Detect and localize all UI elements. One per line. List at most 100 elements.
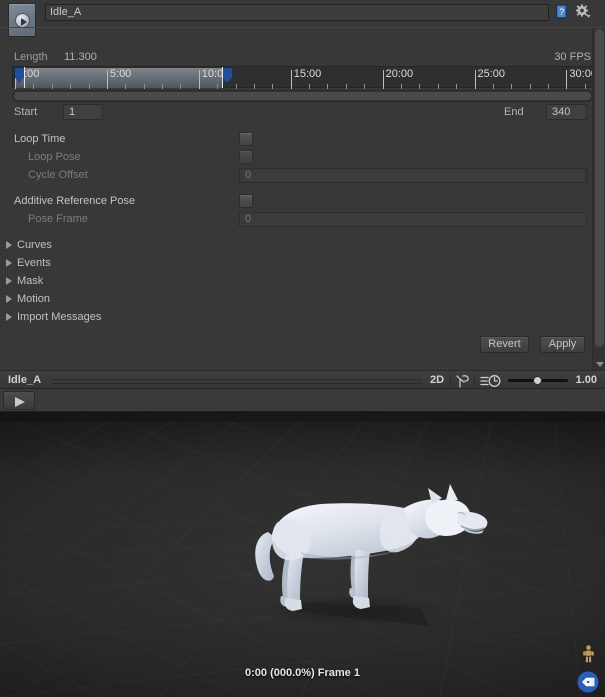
ruler-tick-minor xyxy=(327,84,329,89)
chevron-right-icon xyxy=(6,313,12,321)
timeline-ticks: 0:00 5:00 10:00 15:00 20:00 25:00 30:00 xyxy=(13,67,597,89)
property-row: Loop Pose xyxy=(0,149,605,166)
asset-name-field[interactable]: Idle_A xyxy=(45,4,549,21)
playback-speed-clock-icon[interactable] xyxy=(480,374,502,388)
ruler-tick-minor xyxy=(437,84,439,89)
foldout-label: Curves xyxy=(17,239,52,251)
foldout-curves[interactable]: Curves xyxy=(0,237,605,255)
ruler-tick-minor xyxy=(309,84,311,89)
property-row: Additive Reference Pose xyxy=(0,193,605,210)
field-pose-frame: 0 xyxy=(239,212,587,227)
inspector-header: Idle_A ? xyxy=(0,0,605,37)
ruler-tick-minor xyxy=(419,84,421,89)
animation-clip-play-thumbnail[interactable] xyxy=(8,3,36,37)
property-label: Pose Frame xyxy=(28,213,88,225)
property-row: Pose Frame 0 xyxy=(0,211,605,228)
property-label: Loop Time xyxy=(14,133,66,145)
ruler-tick-minor xyxy=(180,84,182,89)
help-book-icon[interactable]: ? xyxy=(555,4,570,19)
toolbar-separator xyxy=(450,373,451,388)
ruler-tick-minor xyxy=(253,84,255,89)
chevron-right-icon xyxy=(6,259,12,267)
foldout-import-messages[interactable]: Import Messages xyxy=(0,309,605,327)
foldout-events[interactable]: Events xyxy=(0,255,605,273)
ruler-tick-minor xyxy=(162,84,164,89)
svg-text:?: ? xyxy=(559,7,564,17)
ruler-tick-minor xyxy=(217,84,219,89)
property-row: Loop Time xyxy=(0,131,605,148)
play-icon xyxy=(15,13,30,28)
slider-knob[interactable] xyxy=(533,376,542,385)
ruler-tick-major xyxy=(198,70,200,89)
timeline-scrollbar-thumb[interactable] xyxy=(14,92,591,100)
pivot-axis-icon[interactable] xyxy=(456,374,471,388)
tag-label-icon[interactable] xyxy=(577,671,599,693)
field-cycle-offset: 0 xyxy=(239,168,587,183)
avatar-humanoid-icon[interactable] xyxy=(582,645,595,665)
ruler-tick-minor xyxy=(364,84,366,89)
ruler-tick-label: 20:00 xyxy=(385,68,414,80)
foldout-label: Mask xyxy=(17,275,44,287)
foldout-mask[interactable]: Mask xyxy=(0,273,605,291)
chevron-right-icon xyxy=(6,241,12,249)
ruler-tick-major xyxy=(474,70,476,89)
ruler-tick-minor xyxy=(143,84,145,89)
end-frame-field[interactable]: 340 xyxy=(546,104,587,120)
property-label: Loop Pose xyxy=(28,151,81,163)
ruler-tick-minor xyxy=(88,84,90,89)
ruler-tick-major xyxy=(566,70,568,89)
foldout-label: Events xyxy=(17,257,51,269)
range-end-marker[interactable] xyxy=(221,67,233,88)
ruler-tick-minor xyxy=(529,84,531,89)
playback-speed-slider[interactable] xyxy=(508,376,568,385)
toggle-2d-button[interactable]: 2D xyxy=(430,374,444,386)
foldout-motion[interactable]: Motion xyxy=(0,291,605,309)
fps-value: 30 FPS xyxy=(554,51,591,63)
property-row: Cycle Offset 0 xyxy=(0,167,605,184)
preview-toolbar: Idle_A 2D 1.00 xyxy=(0,370,605,389)
start-frame-field[interactable]: 1 xyxy=(63,104,103,120)
preview-title: Idle_A xyxy=(8,374,42,386)
preview-playback-bar xyxy=(0,389,605,412)
checkbox-additive-reference-pose[interactable] xyxy=(239,194,253,208)
ruler-tick-label: 5:00 xyxy=(109,68,132,80)
inspector-pane: Idle_A ? Length 11.300 30 FPS 0:00 5:00 … xyxy=(0,0,605,370)
ruler-tick-minor xyxy=(70,84,72,89)
ruler-tick-minor xyxy=(235,84,237,89)
ruler-tick-minor xyxy=(33,84,35,89)
length-value: 11.300 xyxy=(64,51,97,63)
gear-icon[interactable] xyxy=(575,4,591,19)
timeline-ruler[interactable]: 0:00 5:00 10:00 15:00 20:00 25:00 30:00 xyxy=(12,66,597,89)
viewport-grid xyxy=(0,412,605,697)
chevron-right-icon xyxy=(6,295,12,303)
ruler-tick-label: 25:00 xyxy=(477,68,506,80)
timeline-horizontal-scrollbar[interactable] xyxy=(12,90,593,102)
ruler-tick-minor xyxy=(51,84,53,89)
ruler-tick-minor xyxy=(272,84,274,89)
scroll-down-arrow-icon[interactable] xyxy=(596,362,604,367)
playback-speed-value[interactable]: 1.00 xyxy=(576,374,597,386)
ruler-tick-major xyxy=(382,70,384,89)
revert-button[interactable]: Revert xyxy=(480,336,529,353)
property-label: Additive Reference Pose xyxy=(14,195,136,207)
range-start-marker[interactable] xyxy=(14,67,25,88)
preview-title-rule xyxy=(52,379,422,384)
ruler-tick-minor xyxy=(401,84,402,89)
clip-length-row: Length 11.300 30 FPS xyxy=(0,50,605,66)
foldout-label: Import Messages xyxy=(17,311,102,323)
ruler-tick-major xyxy=(290,70,292,89)
inspector-vertical-scrollbar[interactable] xyxy=(592,28,605,370)
chevron-right-icon xyxy=(6,277,12,285)
start-label: Start xyxy=(14,106,38,118)
unity-inspector-window: Idle_A ? Length 11.300 30 FPS 0:00 5:00 … xyxy=(0,0,605,697)
play-button[interactable] xyxy=(3,391,35,410)
ruler-tick-minor xyxy=(548,84,550,89)
inspector-scrollbar-thumb[interactable] xyxy=(595,29,604,347)
end-label: End xyxy=(504,106,524,118)
model-preview-viewport[interactable]: 0:00 (000.0%) Frame 1 xyxy=(0,412,605,697)
checkbox-loop-pose xyxy=(239,150,253,164)
checkbox-loop-time[interactable] xyxy=(239,132,253,146)
apply-button[interactable]: Apply xyxy=(540,336,585,353)
foldout-label: Motion xyxy=(17,293,51,305)
range-row: Start 1 End 340 xyxy=(0,104,605,122)
